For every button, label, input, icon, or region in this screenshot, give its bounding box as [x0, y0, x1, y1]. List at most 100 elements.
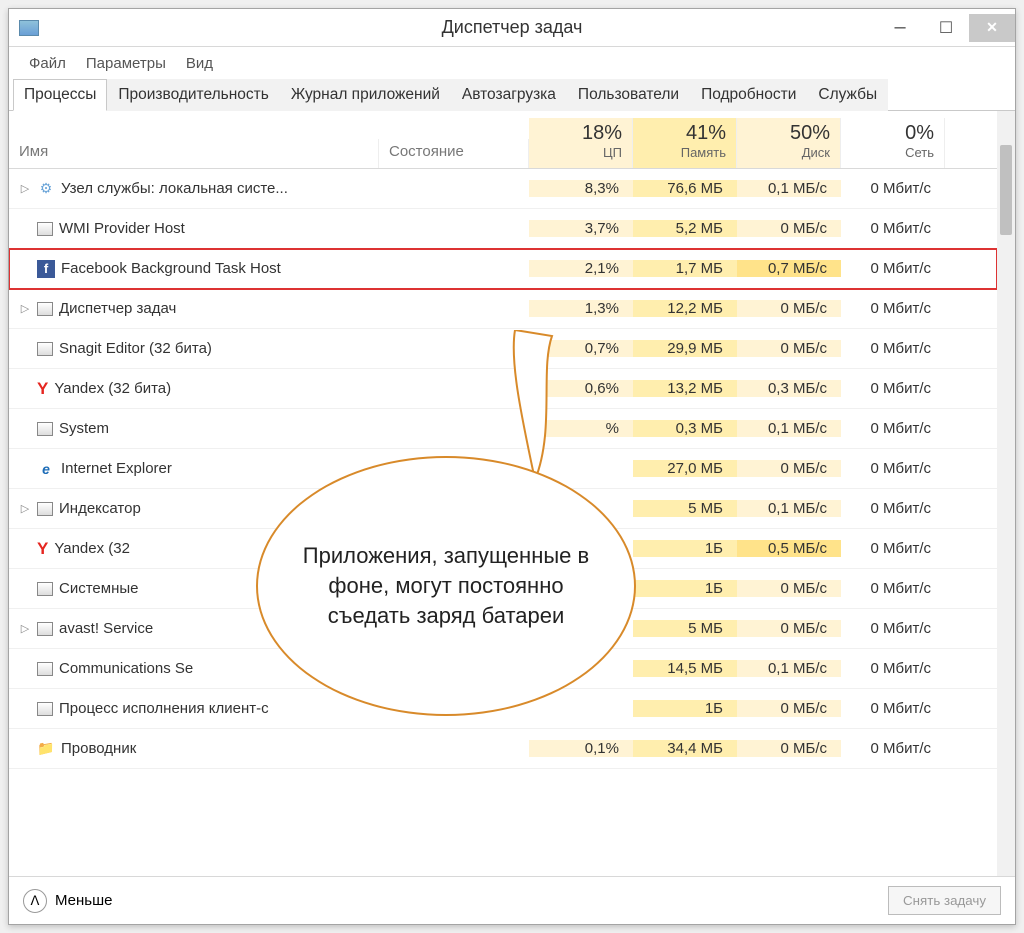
col-network[interactable]: 0% Сеть	[841, 118, 945, 168]
process-disk: 0 МБ/с	[737, 340, 841, 357]
col-disk[interactable]: 50% Диск	[737, 118, 841, 168]
process-network: 0 Мбит/с	[841, 180, 945, 197]
expand-icon[interactable]: ▷	[19, 502, 31, 515]
process-memory: 14,5 МБ	[633, 660, 737, 677]
end-task-button[interactable]: Снять задачу	[888, 886, 1001, 915]
process-memory: 1,7 МБ	[633, 260, 737, 277]
process-cpu: 2,1%	[529, 260, 633, 277]
process-memory: 34,4 МБ	[633, 740, 737, 757]
scrollbar-thumb[interactable]	[1000, 145, 1012, 235]
process-name: Процесс исполнения клиент-с	[59, 700, 269, 717]
process-network: 0 Мбит/с	[841, 500, 945, 517]
process-network: 0 Мбит/с	[841, 620, 945, 637]
process-network: 0 Мбит/с	[841, 420, 945, 437]
app-icon	[37, 342, 53, 356]
tab-details[interactable]: Подробности	[690, 79, 807, 111]
process-network: 0 Мбит/с	[841, 300, 945, 317]
process-name: Диспетчер задач	[59, 300, 176, 317]
facebook-icon: f	[37, 260, 55, 278]
menubar: Файл Параметры Вид	[9, 47, 1015, 78]
process-memory: 1Б	[633, 580, 737, 597]
process-disk: 0 МБ/с	[737, 580, 841, 597]
tab-startup[interactable]: Автозагрузка	[451, 79, 567, 111]
process-network: 0 Мбит/с	[841, 260, 945, 277]
process-disk: 0,1 МБ/с	[737, 500, 841, 517]
process-memory: 76,6 МБ	[633, 180, 737, 197]
fewer-details-button[interactable]: ᐱ Меньше	[23, 889, 112, 913]
process-name: WMI Provider Host	[59, 220, 185, 237]
process-cpu: 1,3%	[529, 300, 633, 317]
col-name[interactable]: Имя	[9, 139, 379, 168]
expand-icon[interactable]: ▷	[19, 302, 31, 315]
process-memory: 27,0 МБ	[633, 460, 737, 477]
process-cpu: 3,7%	[529, 220, 633, 237]
process-name: Узел службы: локальная систе...	[61, 180, 288, 197]
tab-processes[interactable]: Процессы	[13, 79, 107, 111]
statusbar: ᐱ Меньше Снять задачу	[9, 876, 1015, 924]
process-network: 0 Мбит/с	[841, 460, 945, 477]
annotation-callout: Приложения, запущенные в фоне, могут пос…	[256, 456, 636, 716]
process-disk: 0 МБ/с	[737, 300, 841, 317]
table-row[interactable]: ▷Диспетчер задач1,3%12,2 МБ0 МБ/с0 Мбит/…	[9, 289, 997, 329]
process-memory: 1Б	[633, 700, 737, 717]
process-name: Индексатор	[59, 500, 141, 517]
table-header: Имя Состояние 18% ЦП 41% Память 50% Диск…	[9, 111, 997, 169]
process-memory: 29,9 МБ	[633, 340, 737, 357]
process-memory: 5 МБ	[633, 620, 737, 637]
tab-performance[interactable]: Производительность	[107, 79, 279, 111]
process-name: Facebook Background Task Host	[61, 260, 281, 277]
yandex-icon: Y	[37, 539, 48, 559]
titlebar[interactable]: Диспетчер задач	[9, 9, 1015, 47]
col-state[interactable]: Состояние	[379, 139, 529, 168]
process-name: Yandex (32	[54, 540, 130, 557]
process-disk: 0,5 МБ/с	[737, 540, 841, 557]
gear-icon	[37, 180, 55, 198]
col-memory[interactable]: 41% Память	[633, 118, 737, 168]
process-network: 0 Мбит/с	[841, 340, 945, 357]
process-cpu: 8,3%	[529, 180, 633, 197]
app-icon	[37, 622, 53, 636]
process-disk: 0 МБ/с	[737, 740, 841, 757]
process-network: 0 Мбит/с	[841, 220, 945, 237]
col-cpu[interactable]: 18% ЦП	[529, 118, 633, 168]
scrollbar[interactable]	[997, 111, 1015, 876]
callout-tail	[480, 330, 590, 480]
tab-app-history[interactable]: Журнал приложений	[280, 79, 451, 111]
process-disk: 0,1 МБ/с	[737, 180, 841, 197]
app-icon	[37, 222, 53, 236]
app-icon	[37, 302, 53, 316]
expand-icon[interactable]: ▷	[19, 622, 31, 635]
process-name: Системные	[59, 580, 138, 597]
process-disk: 0,7 МБ/с	[737, 260, 841, 277]
process-name: Snagit Editor (32 бита)	[59, 340, 212, 357]
process-cpu: 0,1%	[529, 740, 633, 757]
tab-services[interactable]: Службы	[807, 79, 888, 111]
tab-users[interactable]: Пользователи	[567, 79, 690, 111]
app-icon	[37, 582, 53, 596]
app-icon	[37, 422, 53, 436]
process-network: 0 Мбит/с	[841, 700, 945, 717]
process-name: Yandex (32 бита)	[54, 380, 171, 397]
process-memory: 1Б	[633, 540, 737, 557]
table-row[interactable]: f Facebook Background Task Host 2,1%1,7 МБ…	[9, 249, 997, 289]
menu-options[interactable]: Параметры	[78, 53, 174, 74]
expand-icon[interactable]: ▷	[19, 182, 31, 195]
process-disk: 0,3 МБ/с	[737, 380, 841, 397]
table-row[interactable]: ▷ Узел службы: локальная систе... 8,3%76,6…	[9, 169, 997, 209]
process-disk: 0,1 МБ/с	[737, 420, 841, 437]
process-disk: 0,1 МБ/с	[737, 660, 841, 677]
table-row[interactable]: WMI Provider Host3,7%5,2 МБ0 МБ/с0 Мбит/…	[9, 209, 997, 249]
process-disk: 0 МБ/с	[737, 460, 841, 477]
app-icon	[37, 702, 53, 716]
table-row[interactable]: Проводник 0,1%34,4 МБ0 МБ/с0 Мбит/с	[9, 729, 997, 769]
yandex-icon: Y	[37, 379, 48, 399]
tabs: Процессы Производительность Журнал прило…	[9, 78, 1015, 111]
process-network: 0 Мбит/с	[841, 740, 945, 757]
menu-file[interactable]: Файл	[21, 53, 74, 74]
process-memory: 5 МБ	[633, 500, 737, 517]
process-name: Internet Explorer	[61, 460, 172, 477]
menu-view[interactable]: Вид	[178, 53, 221, 74]
app-icon	[37, 502, 53, 516]
process-disk: 0 МБ/с	[737, 220, 841, 237]
process-name: Проводник	[61, 740, 136, 757]
